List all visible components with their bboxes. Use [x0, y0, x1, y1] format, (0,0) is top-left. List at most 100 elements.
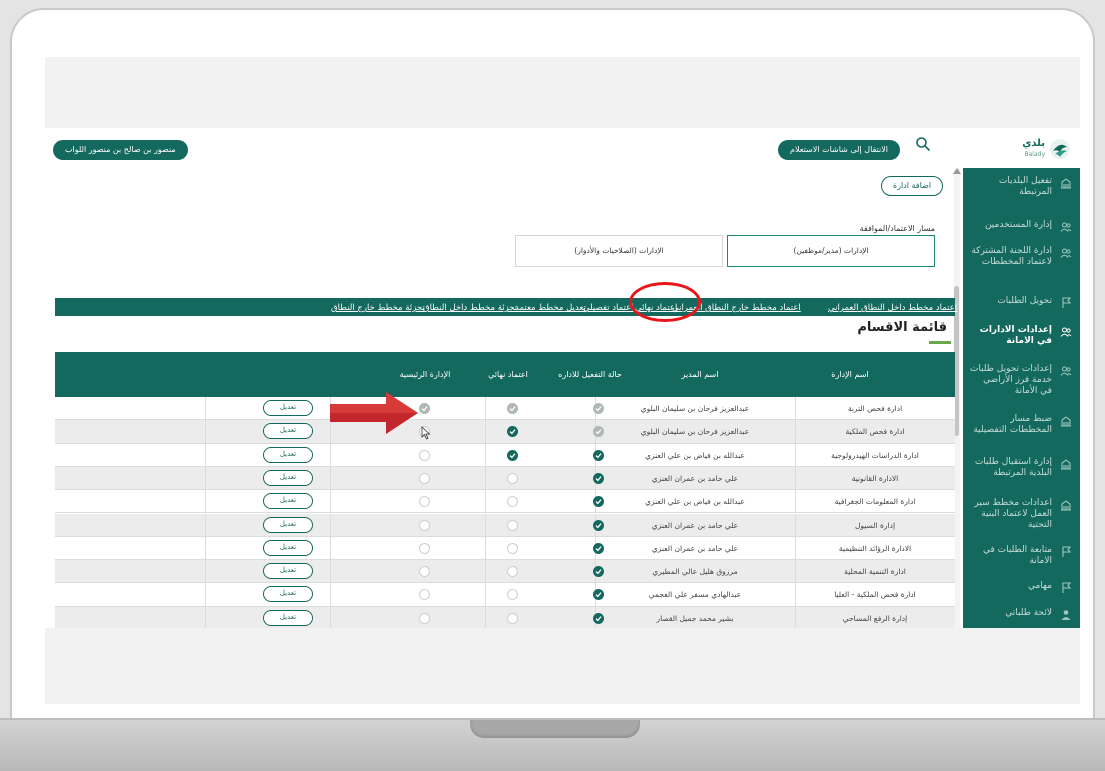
- edit-button[interactable]: تعديل: [263, 446, 313, 463]
- add-department-button[interactable]: اضافة ادارة: [881, 176, 943, 196]
- sidebar-item[interactable]: لائحة طلباتي: [963, 608, 1080, 620]
- cell-manager-name: علي حامد بن عمران العنزي: [651, 473, 739, 483]
- annotation-arrow-icon: [330, 392, 418, 434]
- final-approval-check[interactable]: [507, 449, 518, 461]
- users-icon: [1060, 248, 1072, 258]
- cell-department-name: ادارة فحص الملكية: [845, 427, 905, 437]
- section-title-underline: [929, 341, 951, 344]
- main-department-check[interactable]: [419, 566, 430, 578]
- switch-to-query-button[interactable]: الانتقال إلى شاشات الاستعلام: [778, 140, 900, 160]
- final-approval-check[interactable]: [507, 472, 518, 484]
- search-icon[interactable]: [915, 136, 931, 152]
- sidebar-item[interactable]: إدارة استقبال طلبات البلدية المرتبطة: [963, 457, 1080, 479]
- table-row: ادارة فحص الملكية عبدالعزيز فرحان بن سليم…: [55, 420, 955, 444]
- table-row: ادارة فحص التربة عبدالعزيز فرحان بن سليما…: [55, 397, 955, 421]
- cell-department-name: ادارة فحص التربة: [847, 404, 903, 413]
- sidebar-item[interactable]: متابعة الطلبات في الامانة: [963, 545, 1080, 567]
- main-department-check[interactable]: [419, 542, 430, 554]
- tab-detailed-approval[interactable]: اعتماد تفصيلي: [583, 301, 634, 315]
- cell-divider: [795, 583, 796, 607]
- main-department-check[interactable]: [419, 449, 430, 461]
- edit-button[interactable]: تعديل: [263, 609, 313, 626]
- cell-divider: [205, 397, 206, 420]
- main-department-check[interactable]: [419, 519, 430, 531]
- activation-status-check[interactable]: [593, 403, 604, 414]
- sidebar-item[interactable]: إعدادات الادارات في الامانة: [963, 325, 1080, 347]
- final-approval-check[interactable]: [507, 566, 518, 578]
- cell-divider: [795, 397, 796, 420]
- user-name-button[interactable]: منصور بن صالح بن منصور اللواب: [53, 140, 188, 160]
- final-approval-check[interactable]: [507, 496, 518, 508]
- cell-divider: [485, 560, 486, 584]
- final-approval-check[interactable]: [507, 426, 518, 438]
- activation-status-check[interactable]: [593, 542, 604, 554]
- activation-status-check[interactable]: [593, 472, 604, 484]
- tab-modify-plan[interactable]: تعديل مخطط معتمد: [515, 301, 586, 315]
- tab-internal-urban[interactable]: اعتماد مخطط داخل النطاق العمراني: [828, 301, 957, 315]
- sidebar-item-label: ادارة اللجنة المشتركة لاعتماد المخططات: [971, 246, 1052, 267]
- col-header-status: حالة التفعيل للاداره: [558, 370, 622, 379]
- tab-split-external[interactable]: تجزئة مخطط خارج النطاق: [331, 301, 425, 315]
- edit-button[interactable]: تعديل: [263, 563, 313, 580]
- sidebar-item[interactable]: إدارة المستخدمين: [963, 220, 1080, 232]
- activation-status-check[interactable]: [593, 519, 604, 531]
- cell-divider: [205, 536, 206, 560]
- edit-button[interactable]: تعديل: [263, 539, 313, 556]
- edit-button[interactable]: تعديل: [263, 400, 313, 416]
- sidebar-item[interactable]: إعدادات تحويل طلبات خدمة فرز الأراضي في …: [963, 364, 1080, 397]
- cell-manager-name: عبدالعزيز فرحان بن سليمان البلوي: [640, 404, 750, 413]
- table-row: ادارة المعلومات الجغرافية عبدالله بن فياض…: [55, 490, 955, 514]
- final-approval-check[interactable]: [507, 519, 518, 531]
- cell-manager-name: علي حامد بن عمران العنزي: [651, 543, 739, 553]
- sidebar-item[interactable]: ضبط مسار المخططات التفصيلية: [963, 414, 1080, 436]
- main-department-check[interactable]: [419, 472, 430, 484]
- sidebar-item[interactable]: مهامي: [963, 581, 1080, 593]
- main-department-check[interactable]: [419, 496, 430, 508]
- cell-manager-name: عبدالهادي مسفر علي العجمي: [648, 590, 742, 600]
- main-department-check[interactable]: [419, 589, 430, 601]
- edit-button[interactable]: تعديل: [263, 469, 313, 486]
- cell-divider: [330, 513, 331, 537]
- cell-department-name: ادارة الدراسات الهيدرولوجية: [831, 450, 919, 460]
- cell-divider: [205, 560, 206, 584]
- edit-button[interactable]: تعديل: [263, 516, 313, 533]
- cell-divider: [205, 583, 206, 607]
- building-icon: [1061, 416, 1071, 427]
- cell-divider: [205, 606, 206, 628]
- building-icon: [1061, 459, 1071, 470]
- cell-divider: [330, 536, 331, 560]
- sidebar-item[interactable]: تفعيل البلديات المرتبطة: [963, 176, 1080, 198]
- cell-divider: [485, 443, 486, 467]
- edit-button[interactable]: تعديل: [263, 586, 313, 603]
- final-approval-check[interactable]: [507, 403, 518, 414]
- users-icon: [1060, 327, 1072, 337]
- col-header-dept: اسم الإدارة: [831, 370, 869, 379]
- edit-button[interactable]: تعديل: [263, 493, 313, 510]
- cell-department-name: إدارة السيول: [854, 520, 896, 530]
- main-department-check[interactable]: [419, 612, 430, 624]
- sidebar-item[interactable]: تحويل الطلبات: [963, 296, 1080, 308]
- cell-department-name: ادارة المعلومات الجغرافية: [834, 497, 916, 507]
- mouse-cursor-icon: [421, 426, 431, 440]
- balady-logo: بلدي Balady: [1003, 136, 1075, 166]
- activation-status-check[interactable]: [593, 612, 604, 624]
- edit-button[interactable]: تعديل: [263, 423, 313, 440]
- option-departments-managers[interactable]: الإدارات (مدير/موظفين): [727, 235, 935, 267]
- sidebar-item[interactable]: اعدادات مخطط سير العمل لاعتماد البنية ال…: [963, 498, 1080, 531]
- final-approval-check[interactable]: [507, 612, 518, 624]
- sidebar-item[interactable]: ادارة اللجنة المشتركة لاعتماد المخططات: [963, 246, 1080, 268]
- users-icon: [1060, 222, 1072, 232]
- sidebar-item-label: مهامي: [1027, 581, 1052, 591]
- main-department-check[interactable]: [419, 403, 430, 414]
- table-header: اسم الإدارة اسم المدير حالة التفعيل للاد…: [55, 352, 955, 397]
- scroll-up-arrow-icon[interactable]: [953, 168, 961, 174]
- final-approval-check[interactable]: [507, 542, 518, 554]
- tab-split-internal[interactable]: تجزئة مخطط داخل النطاق: [423, 301, 517, 315]
- option-departments-permissions[interactable]: الإدارات (الصلاحيات والأدوار): [515, 235, 723, 267]
- cell-divider: [330, 560, 331, 584]
- final-approval-check[interactable]: [507, 589, 518, 601]
- activation-status-check[interactable]: [593, 449, 604, 461]
- approval-path-label: مسار الاعتماد/الموافقة: [859, 224, 935, 233]
- cell-divider: [205, 466, 206, 490]
- sidebar-item-label: متابعة الطلبات في الامانة: [982, 545, 1052, 566]
